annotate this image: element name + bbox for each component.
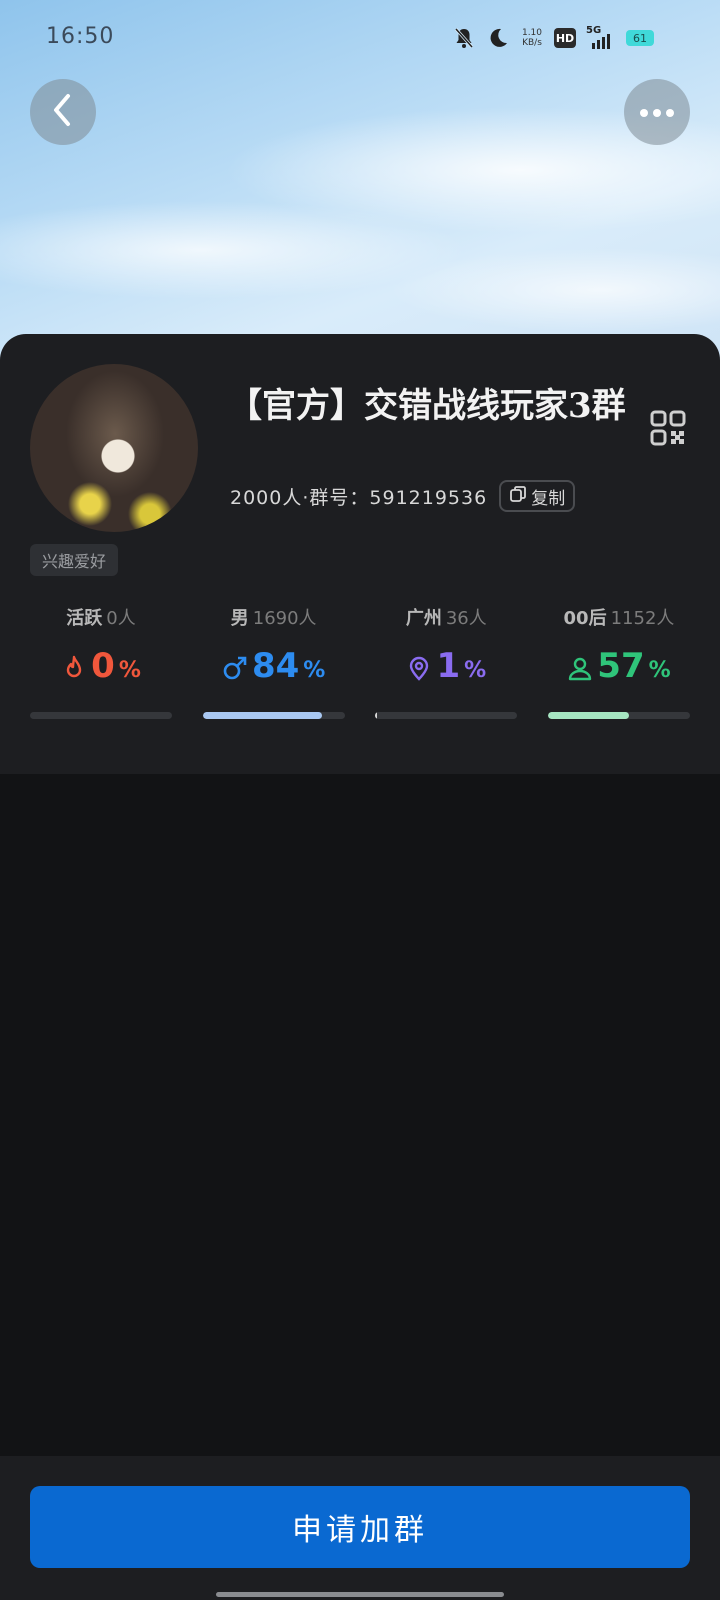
stat-count: 36人	[445, 608, 487, 629]
more-dots-icon	[639, 103, 675, 122]
stat-progress-bar	[547, 712, 690, 719]
group-meta: 2000人·群号：591219536 复制	[230, 480, 576, 512]
group-number: ·群号：591219536	[302, 486, 488, 509]
stat-count: 1152人	[610, 608, 675, 629]
more-button[interactable]	[624, 79, 690, 145]
bell-muted-icon	[452, 26, 476, 50]
flame-icon	[61, 655, 87, 681]
group-category-tag: 兴趣爱好	[30, 544, 119, 576]
status-time: 16:50	[46, 24, 115, 49]
moon-icon	[486, 26, 510, 50]
stat-count: 1690人	[252, 608, 317, 629]
location-pin-icon	[406, 655, 432, 681]
network-speed: 1.10 KB/s	[521, 28, 543, 48]
back-arrow-icon	[48, 92, 78, 132]
member-count: 2000人	[230, 486, 303, 509]
copy-label: 复制	[531, 488, 566, 509]
male-icon	[222, 655, 248, 681]
stat-label: 男	[230, 608, 249, 629]
stat-unit: %	[648, 658, 671, 683]
stat-value: 1	[436, 646, 461, 686]
hd-badge: HD	[554, 28, 576, 48]
join-group-button[interactable]: 申请加群	[30, 1486, 690, 1568]
qr-code-button[interactable]	[650, 410, 686, 446]
stat-progress-fill	[375, 712, 378, 719]
stat-progress-fill	[202, 712, 322, 719]
stat-progress-bar	[30, 712, 172, 719]
stat-label: 00后	[563, 608, 607, 629]
stat-label: 活跃	[66, 608, 103, 629]
signal-5g-icon: 5G	[586, 25, 616, 49]
stat-value: 0	[91, 646, 115, 686]
stat-unit: %	[303, 658, 326, 683]
home-indicator[interactable]	[216, 1592, 504, 1597]
stat-male: 男 1690人 84%	[202, 604, 345, 719]
stat-progress-fill	[547, 712, 629, 719]
copy-icon	[509, 485, 527, 508]
stat-label: 广州	[405, 608, 442, 629]
stat-progress-bar	[375, 712, 518, 719]
stat-unit: %	[118, 658, 141, 683]
stat-active: 活跃 0人 0%	[30, 604, 172, 719]
battery-indicator: 61	[626, 30, 654, 46]
stat-value: 57	[597, 646, 645, 686]
stat-value: 84	[251, 646, 300, 686]
status-bar: 16:50 1.10 KB/s HD 5G 61	[0, 0, 720, 78]
person-icon	[567, 655, 593, 681]
stat-unit: %	[464, 658, 487, 683]
qr-code-icon	[650, 410, 686, 450]
stats-row: 活跃 0人 0% 男 1690人 84% 广州 36人 1 % 00后 1152…	[30, 604, 690, 719]
stat-age-group: 00后 1152人 57%	[547, 604, 690, 719]
group-info-card: 【官方】交错战线玩家3群 2000人·群号：591219536 复制 兴趣爱好 …	[0, 334, 720, 774]
group-title: 【官方】交错战线玩家3群	[228, 386, 626, 426]
copy-button[interactable]: 复制	[499, 480, 576, 512]
back-button[interactable]	[30, 79, 96, 145]
bottom-action-area: 申请加群	[0, 1456, 720, 1600]
stat-location: 广州 36人 1%	[375, 604, 518, 719]
stat-count: 0人	[106, 608, 136, 629]
group-avatar	[30, 364, 198, 532]
stat-progress-bar	[202, 712, 345, 719]
